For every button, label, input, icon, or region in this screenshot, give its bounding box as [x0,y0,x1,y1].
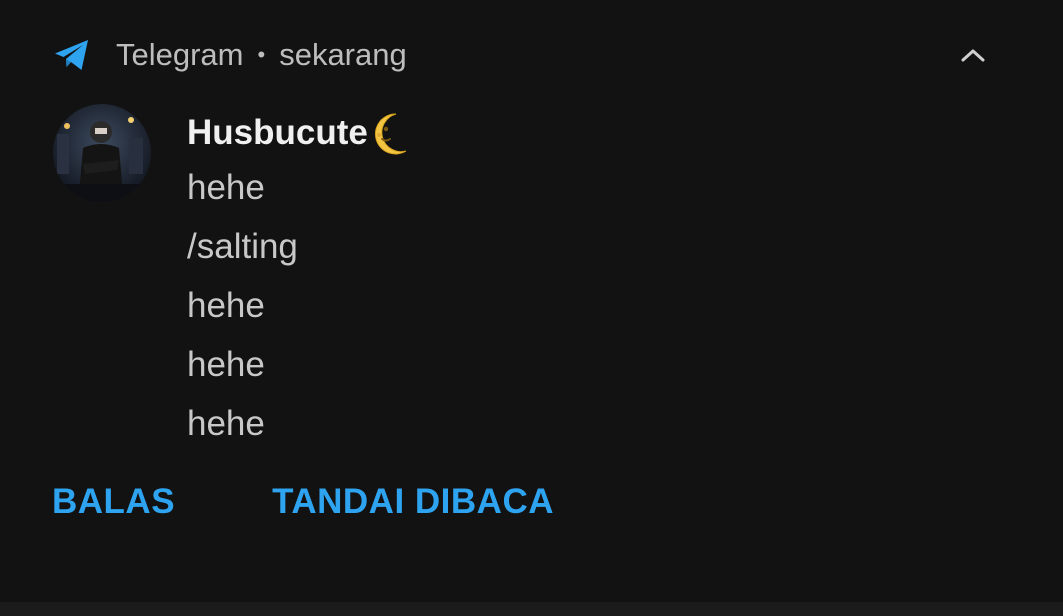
header-separator: • [257,42,266,67]
message-line: hehe [187,286,265,325]
notification-divider [0,602,1063,616]
message-line: hehe [187,345,265,384]
notification-time: sekarang [279,37,407,72]
message-line: hehe [187,404,265,443]
notification-header: Telegram • sekarang [52,34,407,76]
notification-content: Husbucute hehe /salting hehe hehe hehe [187,108,410,453]
collapse-button[interactable] [952,36,994,74]
message-line: /salting [187,227,298,266]
message-line: hehe [187,168,265,207]
sender-name: Husbucute [187,113,368,152]
app-name: Telegram [116,37,244,72]
sender-row: Husbucute [187,108,410,158]
message-list: hehe /salting hehe hehe hehe [187,158,410,453]
crescent-moon-face-icon [374,113,407,155]
telegram-icon [55,40,88,70]
notification-actions: BALAS TANDAI DIBACA [52,482,554,522]
mark-read-button[interactable]: TANDAI DIBACA [272,482,554,522]
avatar [53,104,151,202]
telegram-notification[interactable]: Telegram • sekarang Husbucute hehe /salt… [0,0,1063,602]
reply-button[interactable]: BALAS [52,482,175,522]
chevron-up-icon [961,49,985,62]
